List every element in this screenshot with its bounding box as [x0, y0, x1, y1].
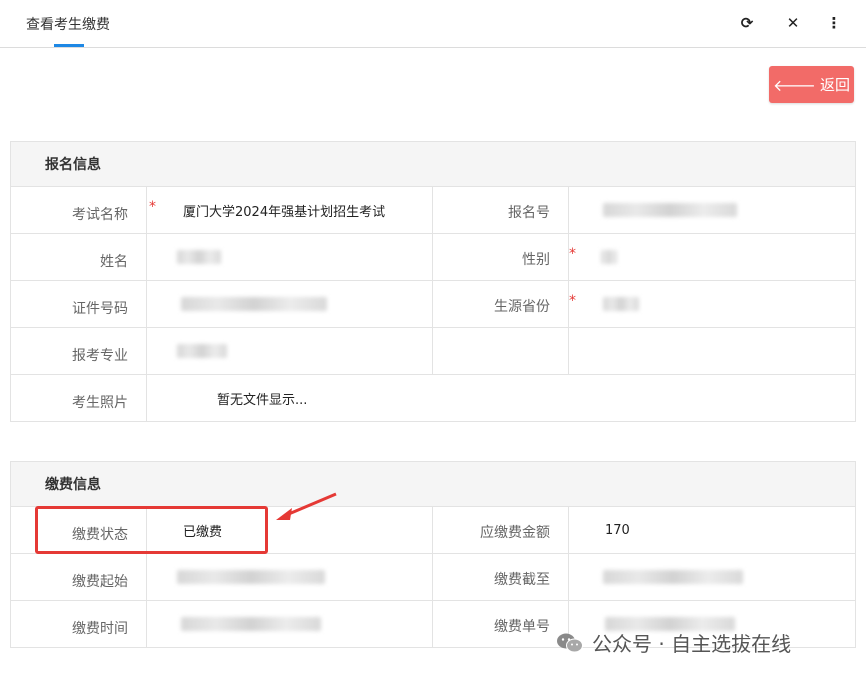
name-label: 姓名 — [11, 234, 147, 280]
gender-label: 性别 — [433, 234, 569, 280]
exam-name-label: 考试名称 — [11, 187, 147, 233]
annotation-highlight-box — [35, 506, 268, 554]
amount-value: 170 — [605, 522, 630, 538]
refresh-icon[interactable]: ⟳ — [737, 13, 757, 33]
name-value — [147, 234, 433, 280]
payment-title: 缴费信息 — [11, 462, 855, 507]
close-icon[interactable]: ✕ — [783, 13, 803, 33]
reg-no-label: 报名号 — [433, 187, 569, 233]
table-row: 考试名称 * 厦门大学2024年强基计划招生考试 报名号 — [11, 187, 855, 234]
redacted-value — [601, 250, 617, 264]
gender-value: * — [569, 234, 855, 280]
wechat-icon — [556, 632, 584, 654]
redacted-value — [603, 297, 639, 311]
arrow-left-icon: 🡐 — [773, 75, 816, 95]
annotation-arrow-icon — [276, 492, 337, 520]
payment-end-label: 缴费截至 — [433, 554, 569, 600]
redacted-value — [181, 297, 327, 311]
reg-no-value — [569, 187, 855, 233]
photo-label: 考生照片 — [11, 375, 147, 421]
redacted-value — [177, 570, 325, 584]
table-row: 姓名 性别 * — [11, 234, 855, 281]
active-tab-indicator — [54, 44, 84, 47]
redacted-value — [177, 250, 221, 264]
required-mark: * — [149, 199, 156, 215]
required-mark: * — [569, 246, 576, 262]
exam-name-value: * 厦门大学2024年强基计划招生考试 — [147, 187, 433, 233]
table-row: 缴费起始 缴费截至 — [11, 554, 855, 601]
id-number-label: 证件号码 — [11, 281, 147, 327]
redacted-value — [603, 203, 737, 217]
payment-end-value — [569, 554, 855, 600]
major-value — [147, 328, 433, 374]
registration-section: 报名信息 考试名称 * 厦门大学2024年强基计划招生考试 报名号 姓名 性别 … — [10, 141, 856, 422]
table-row: 考生照片 暂无文件显示... — [11, 375, 855, 421]
redacted-value — [177, 344, 227, 358]
payment-time-value — [147, 601, 433, 647]
id-number-value — [147, 281, 433, 327]
watermark: 公众号 · 自主选拔在线 — [556, 628, 791, 657]
watermark-text: 公众号 · 自主选拔在线 — [592, 632, 792, 656]
payment-order-label: 缴费单号 — [433, 601, 569, 647]
back-button-label: 返回 — [819, 76, 850, 94]
table-row: 证件号码 生源省份 * — [11, 281, 855, 328]
redacted-value — [181, 617, 321, 631]
registration-title: 报名信息 — [11, 142, 855, 187]
payment-start-label: 缴费起始 — [11, 554, 147, 600]
amount-label: 应缴费金额 — [433, 507, 569, 553]
empty-value — [569, 328, 855, 374]
back-button[interactable]: 🡐 返回 — [769, 66, 854, 103]
province-label: 生源省份 — [433, 281, 569, 327]
required-mark: * — [569, 293, 576, 309]
more-vertical-icon[interactable]: ⋮ — [824, 13, 844, 33]
empty-label — [433, 328, 569, 374]
table-row: 报考专业 — [11, 328, 855, 375]
photo-value: 暂无文件显示... — [217, 392, 308, 408]
payment-start-value — [147, 554, 433, 600]
tab-view-payment[interactable]: 查看考生缴费 — [26, 14, 110, 34]
payment-time-label: 缴费时间 — [11, 601, 147, 647]
payment-section: 缴费信息 缴费状态 已缴费 应缴费金额 170 缴费起始 缴费截至 缴费时间 缴… — [10, 461, 856, 648]
major-label: 报考专业 — [11, 328, 147, 374]
tab-bar: 查看考生缴费 ⟳ ✕ ⋮ — [0, 0, 866, 48]
redacted-value — [603, 570, 743, 584]
province-value: * — [569, 281, 855, 327]
